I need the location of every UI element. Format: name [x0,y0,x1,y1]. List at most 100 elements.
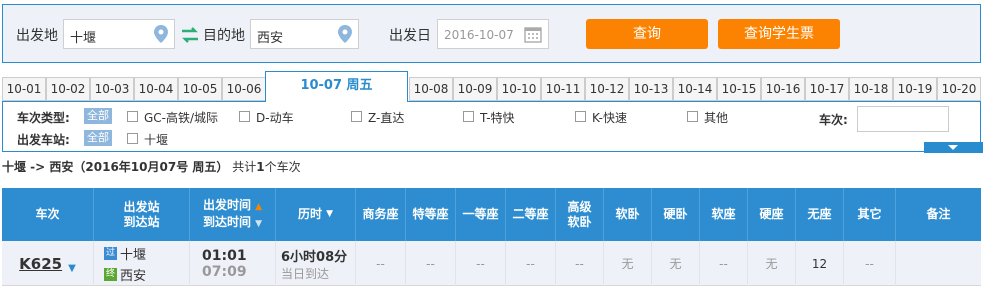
date-tab[interactable]: 10-13 [629,77,673,101]
date-tab[interactable]: 10-14 [673,77,717,101]
date-tab[interactable]: 10-06 [222,77,266,101]
date-input[interactable]: 2016-10-07 [437,19,549,49]
hard-sleeper-cell: 无 [652,241,700,286]
train-number-input[interactable] [857,106,949,132]
business-seat-cell: -- [356,241,406,286]
filter-panel: 车次类型: 全部 GC-高铁/城际 D-动车 Z-直达 T-特快 K-快速 其他… [2,102,983,153]
date-tab[interactable]: 10-01 [2,77,46,101]
arrival-day: 当日到达 [281,266,330,281]
header-remark: 备注 [926,207,951,221]
date-tab[interactable]: 10-20 [937,77,981,101]
train-type-option[interactable]: 其他 [704,109,728,126]
date-tab[interactable]: 10-05 [178,77,222,101]
soft-seat-cell: -- [700,241,748,286]
search-bar: 出发地 十堰 目的地 西安 出发日 2016-10-07 查询 查询学生票 [2,4,981,63]
from-station-input[interactable]: 十堰 [63,19,175,49]
train-type-checkbox[interactable] [575,111,586,122]
header-first: 一等座 [456,188,506,241]
date-tab[interactable]: 10-16 [761,77,805,101]
train-type-label: 车次类型: [17,111,70,125]
times-cell: 01:01 07:09 [190,241,276,286]
header-soft-seat: 软座 [700,188,748,241]
date-tab[interactable]: 10-03 [90,77,134,101]
soft-sleeper-cell: 无 [604,241,652,286]
train-type-checkbox[interactable] [127,111,138,122]
other-seat-cell: -- [844,241,896,286]
student-ticket-query-button[interactable]: 查询学生票 [718,19,840,49]
header-second: 二等座 [506,188,556,241]
collapse-filter-toggle[interactable] [924,142,983,153]
train-type-checkbox[interactable] [351,111,362,122]
no-seat-cell: 12 [796,241,844,286]
train-type-option[interactable]: Z-直达 [368,109,404,126]
date-tab-active[interactable]: 10-07 周五 [265,71,408,103]
to-station: 西安 [120,268,147,284]
route-summary: 十堰 -> 西安（2016年10月07号 周五） [2,160,229,174]
header-times[interactable]: 出发时间 ▲ 到达时间 ▼ [190,188,276,241]
arrive-time: 07:09 [202,263,247,280]
header-no-seat: 无座 [796,188,844,241]
date-tab[interactable]: 10-11 [541,77,585,101]
station-option[interactable]: 十堰 [144,131,168,148]
header-premium: 高级 软卧 [556,188,604,241]
pass-station-icon: 过 [104,246,117,260]
stations-cell: 过十堰 终西安 [94,241,190,286]
train-type-option[interactable]: K-快速 [592,109,627,126]
sort-asc-icon: ▲ [255,201,263,212]
header-stations: 出发站 到达站 [94,188,190,241]
date-tab[interactable]: 10-15 [717,77,761,101]
station-checkbox[interactable] [127,133,138,144]
depart-time: 01:01 [202,247,247,264]
train-type-option[interactable]: D-动车 [256,109,294,126]
date-tab[interactable]: 10-09 [453,77,497,101]
header-hard-sleeper: 硬卧 [652,188,700,241]
from-station: 十堰 [120,247,147,263]
date-tab[interactable]: 10-08 [409,77,453,101]
train-count: 1 [256,160,265,174]
header-business: 商务座 [356,188,406,241]
special-seat-cell: -- [406,241,456,286]
result-summary: 十堰 -> 西安（2016年10月07号 周五） 共计1个车次 [2,158,301,175]
query-button[interactable]: 查询 [586,19,708,49]
date-label: 出发日 [389,28,431,44]
to-station-input[interactable]: 西安 [250,19,359,49]
header-soft-sleeper: 软卧 [604,188,652,241]
date-tab[interactable]: 10-02 [46,77,90,101]
train-type-all-button[interactable]: 全部 [84,108,112,124]
date-tab[interactable]: 10-19 [893,77,937,101]
date-tab[interactable]: 10-10 [497,77,541,101]
date-tab[interactable]: 10-17 [805,77,849,101]
train-type-option[interactable]: T-特快 [480,109,515,126]
date-tab[interactable]: 10-04 [134,77,178,101]
train-number-link[interactable]: K625 [19,255,62,273]
remark-cell [896,241,981,286]
train-number-label: 车次: [819,113,848,127]
train-type-option[interactable]: GC-高铁/城际 [144,109,218,126]
expand-stops-icon[interactable]: ▼ [68,263,76,274]
calendar-icon[interactable] [524,26,542,46]
train-type-checkbox[interactable] [239,111,250,122]
date-tabs: 10-01 10-02 10-03 10-04 10-05 10-06 10-0… [2,71,981,103]
train-type-checkbox[interactable] [687,111,698,122]
duration: 6小时08分 [281,249,348,265]
results-table-header: 车次 出发站 到达站 出发时间 ▲ 到达时间 ▼ 历时 ▼ 商务座 特等座 一等… [2,188,981,241]
date-tab[interactable]: 10-18 [849,77,893,101]
to-label: 目的地 [203,28,245,44]
train-cell[interactable]: K625 ▼ [2,241,94,286]
location-pin-icon [338,25,352,46]
train-type-checkbox[interactable] [463,111,474,122]
count-suffix: 个车次 [264,160,301,174]
table-row: K625 ▼ 过十堰 终西安 01:01 07:09 6小时08分 当日到达 -… [2,241,981,286]
sort-desc-icon: ▼ [326,209,334,219]
terminal-station-icon: 终 [104,267,117,281]
swap-stations-icon[interactable] [181,27,199,46]
hard-seat-cell: 无 [748,241,796,286]
date-tab[interactable]: 10-12 [585,77,629,101]
station-all-button[interactable]: 全部 [84,130,112,146]
premium-sleeper-cell: -- [556,241,604,286]
header-hard-seat: 硬座 [748,188,796,241]
location-pin-icon [154,25,168,46]
header-duration[interactable]: 历时 ▼ [276,188,356,241]
second-class-cell: -- [506,241,556,286]
count-prefix: 共计 [232,160,257,174]
